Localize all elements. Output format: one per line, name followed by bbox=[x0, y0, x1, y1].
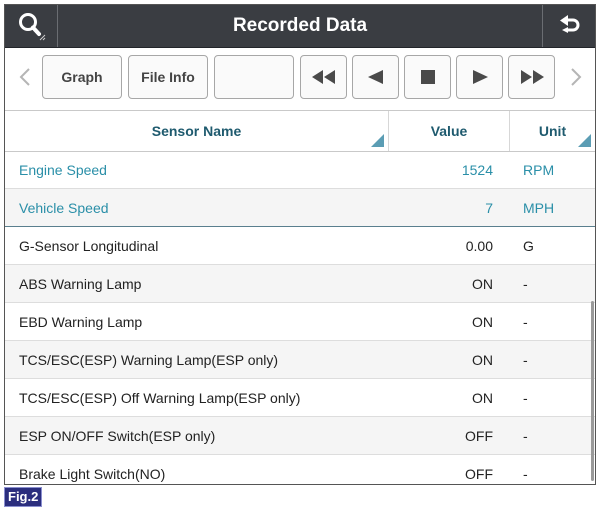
recorded-data-window: Recorded Data Graph File Info Sensor Nam… bbox=[4, 4, 596, 485]
value-header-label: Value bbox=[430, 123, 468, 139]
title-bar: Recorded Data bbox=[5, 5, 595, 48]
graph-button[interactable]: Graph bbox=[42, 55, 122, 99]
stop-button[interactable] bbox=[404, 55, 451, 99]
vertical-scrollbar[interactable] bbox=[591, 301, 594, 481]
blank-button[interactable] bbox=[214, 55, 294, 99]
sensor-name-cell: Brake Light Switch(NO) bbox=[19, 466, 166, 482]
sort-indicator-icon bbox=[371, 134, 384, 147]
sensor-unit-cell: G bbox=[523, 238, 534, 254]
sensor-name-cell: ESP ON/OFF Switch(ESP only) bbox=[19, 428, 216, 444]
return-arrow-icon bbox=[560, 15, 580, 33]
table-row[interactable]: Engine Speed 1524 RPM bbox=[5, 151, 595, 189]
play-button[interactable] bbox=[456, 55, 503, 99]
table-header: Sensor Name Value Unit bbox=[5, 111, 595, 152]
scroll-left-button[interactable] bbox=[11, 55, 39, 99]
sensor-unit-cell: MPH bbox=[523, 200, 555, 216]
sensor-value-cell: ON bbox=[472, 390, 493, 406]
back-button[interactable] bbox=[542, 5, 595, 47]
sensor-name-cell: Vehicle Speed bbox=[19, 200, 109, 216]
sort-indicator-icon bbox=[578, 134, 591, 147]
sensor-unit-cell: - bbox=[523, 466, 528, 482]
play-icon bbox=[472, 70, 488, 84]
sensor-name-cell: EBD Warning Lamp bbox=[19, 314, 143, 330]
chevron-left-icon bbox=[19, 68, 30, 86]
stop-icon bbox=[420, 70, 435, 84]
sensor-unit-cell: - bbox=[523, 276, 528, 292]
sensor-name-cell: TCS/ESC(ESP) Off Warning Lamp(ESP only) bbox=[19, 390, 301, 406]
sensor-name-header-label: Sensor Name bbox=[151, 123, 242, 139]
sensor-table-body: Engine Speed 1524 RPM Vehicle Speed 7 MP… bbox=[5, 151, 595, 484]
table-row[interactable]: ABS Warning Lamp ON - bbox=[5, 265, 595, 303]
toolbar: Graph File Info bbox=[5, 48, 595, 111]
sensor-name-cell: G-Sensor Longitudinal bbox=[19, 238, 159, 254]
magnifier-icon bbox=[19, 13, 46, 41]
sensor-value-cell: ON bbox=[472, 276, 493, 292]
sensor-value-cell: 0.00 bbox=[465, 238, 493, 254]
sensor-value-cell: ON bbox=[472, 314, 493, 330]
unit-header-label: Unit bbox=[538, 123, 567, 139]
sensor-name-column-header[interactable]: Sensor Name bbox=[5, 111, 389, 151]
table-row[interactable]: G-Sensor Longitudinal 0.00 G bbox=[5, 227, 595, 265]
sensor-value-cell: OFF bbox=[465, 428, 493, 444]
search-button[interactable] bbox=[5, 5, 58, 47]
sensor-value-cell: 7 bbox=[485, 200, 493, 216]
table-row[interactable]: ESP ON/OFF Switch(ESP only) OFF - bbox=[5, 417, 595, 455]
chevron-right-icon bbox=[571, 68, 582, 86]
page-title: Recorded Data bbox=[232, 15, 368, 36]
sensor-unit-cell: RPM bbox=[523, 162, 555, 178]
unit-column-header[interactable]: Unit bbox=[510, 111, 595, 151]
table-row[interactable]: EBD Warning Lamp ON - bbox=[5, 303, 595, 341]
rewind-icon bbox=[311, 70, 335, 84]
sensor-value-cell: ON bbox=[472, 352, 493, 368]
sensor-value-cell: 1524 bbox=[461, 162, 493, 178]
scroll-right-button[interactable] bbox=[562, 55, 590, 99]
step-back-button[interactable] bbox=[352, 55, 399, 99]
file-info-button[interactable]: File Info bbox=[128, 55, 208, 99]
step-back-icon bbox=[367, 70, 383, 84]
table-row[interactable]: TCS/ESC(ESP) Warning Lamp(ESP only) ON - bbox=[5, 341, 595, 379]
table-row[interactable]: Vehicle Speed 7 MPH bbox=[5, 189, 595, 227]
sensor-unit-cell: - bbox=[523, 352, 528, 368]
table-row[interactable]: TCS/ESC(ESP) Off Warning Lamp(ESP only) … bbox=[5, 379, 595, 417]
fast-forward-button[interactable] bbox=[508, 55, 555, 99]
table-row[interactable]: Brake Light Switch(NO) OFF - bbox=[5, 455, 595, 484]
fast-forward-icon bbox=[520, 70, 544, 84]
sensor-unit-cell: - bbox=[523, 314, 528, 330]
sensor-name-cell: Engine Speed bbox=[19, 162, 107, 178]
rewind-button[interactable] bbox=[300, 55, 347, 99]
sensor-name-cell: ABS Warning Lamp bbox=[19, 276, 142, 292]
figure-label: Fig.2 bbox=[4, 487, 43, 507]
value-column-header[interactable]: Value bbox=[389, 111, 510, 151]
sensor-unit-cell: - bbox=[523, 390, 528, 406]
sensor-value-cell: OFF bbox=[465, 466, 493, 482]
sensor-name-cell: TCS/ESC(ESP) Warning Lamp(ESP only) bbox=[19, 352, 279, 368]
sensor-unit-cell: - bbox=[523, 428, 528, 444]
